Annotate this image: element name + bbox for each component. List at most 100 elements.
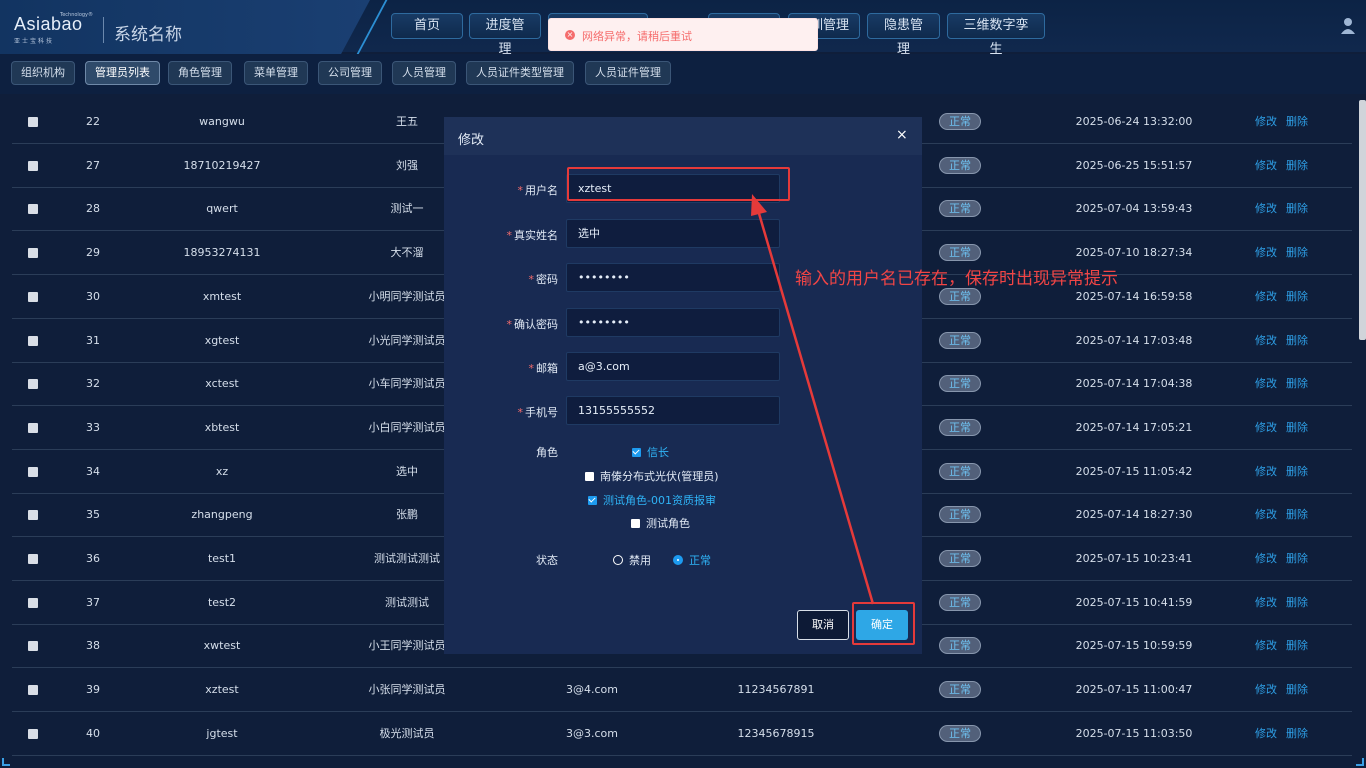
delete-link[interactable]: 删除	[1286, 406, 1308, 450]
edit-link[interactable]: 修改	[1255, 362, 1277, 406]
toast-message: 网络异常，请稍后重试	[582, 30, 692, 43]
email-label: * 邮箱	[528, 362, 559, 375]
cell-created: 2025-07-14 18:27:30	[1075, 508, 1193, 522]
cell-username: xctest	[205, 377, 239, 391]
delete-link[interactable]: 删除	[1286, 231, 1308, 275]
delete-link[interactable]: 删除	[1286, 319, 1308, 363]
role-checkbox-4[interactable]: 测试角色	[631, 515, 690, 531]
status-radio-normal[interactable]: 正常	[673, 552, 711, 568]
edit-link[interactable]: 修改	[1255, 406, 1277, 450]
cell-created: 2025-06-25 15:51:57	[1075, 158, 1193, 172]
status-badge: 正常	[939, 244, 981, 262]
nav-progress[interactable]: 进度管理	[469, 13, 541, 57]
password-label: * 密码	[528, 273, 559, 286]
edit-link[interactable]: 修改	[1255, 581, 1277, 625]
subtab-roles[interactable]: 角色管理	[168, 61, 232, 85]
corner-decoration	[1356, 758, 1364, 766]
edit-link[interactable]: 修改	[1255, 319, 1277, 363]
subtab-personnel[interactable]: 人员管理	[392, 61, 456, 85]
cell-username: xgtest	[204, 333, 240, 347]
cell-username: jgtest	[206, 726, 238, 740]
cancel-button[interactable]: 取消	[797, 610, 849, 640]
cell-username: xbtest	[204, 420, 240, 434]
username-label: * 用户名	[517, 184, 559, 197]
status-badge: 正常	[939, 724, 981, 742]
delete-link[interactable]: 删除	[1286, 187, 1308, 231]
edit-link[interactable]: 修改	[1255, 624, 1277, 668]
role-label: 角色	[536, 446, 558, 459]
delete-link[interactable]: 删除	[1286, 668, 1308, 712]
nav-hazard[interactable]: 隐患管理	[867, 13, 940, 57]
subtab-menus[interactable]: 菜单管理	[244, 61, 308, 85]
user-icon[interactable]	[1340, 16, 1356, 36]
cell-email: 3@4.com	[566, 683, 618, 697]
edit-link[interactable]: 修改	[1255, 275, 1277, 319]
role-checkbox-2[interactable]: 南傣分布式光伏(管理员)	[585, 468, 719, 484]
close-icon[interactable]: ×	[896, 127, 908, 143]
edit-link[interactable]: 修改	[1255, 231, 1277, 275]
nav-home[interactable]: 首页	[391, 13, 463, 39]
scrollbar[interactable]	[1359, 100, 1366, 340]
phone-label: * 手机号	[517, 406, 559, 419]
role-checkbox-1[interactable]: 信长	[632, 444, 669, 460]
status-badge: 正常	[939, 506, 981, 524]
table-row: 40 jgtest 极光测试员 3@3.com 12345678915 2025-07-1…	[12, 712, 1352, 756]
error-icon: ×	[565, 30, 575, 40]
cell-created: 2025-07-04 13:59:43	[1075, 202, 1193, 216]
role-checkbox-3[interactable]: 测试角色-001资质报审	[588, 492, 716, 508]
status-badge: 正常	[939, 550, 981, 567]
confirm-password-input[interactable]: ••••••••	[566, 308, 780, 337]
delete-link[interactable]: 删除	[1286, 450, 1308, 494]
edit-link[interactable]: 修改	[1255, 187, 1277, 231]
nav-digital-twin[interactable]: 三维数字孪生	[947, 13, 1045, 57]
edit-link[interactable]: 修改	[1255, 668, 1277, 712]
confirm-highlight-box	[852, 602, 915, 645]
phone-input[interactable]: 13155555552	[566, 396, 780, 425]
status-badge: 正常	[939, 287, 981, 305]
edit-link[interactable]: 修改	[1255, 450, 1277, 494]
delete-link[interactable]: 删除	[1286, 493, 1308, 537]
subtab-cert-types[interactable]: 人员证件类型管理	[466, 61, 574, 85]
checkbox-unchecked-icon	[631, 519, 640, 528]
edit-link[interactable]: 修改	[1255, 100, 1277, 144]
delete-link[interactable]: 删除	[1286, 100, 1308, 144]
subtab-certs[interactable]: 人员证件管理	[585, 61, 671, 85]
cell-email: 3@3.com	[566, 726, 618, 740]
delete-link[interactable]: 删除	[1286, 712, 1308, 756]
email-field[interactable]: a@3.com	[566, 352, 780, 381]
status-badge: 正常	[939, 331, 981, 349]
subtab-company[interactable]: 公司管理	[318, 61, 382, 85]
table-row: 39 xztest 小张同学测试员 3@4.com 11234567891 2025-07…	[12, 668, 1352, 713]
edit-link[interactable]: 修改	[1255, 144, 1277, 188]
cell-username: xwtest	[203, 639, 241, 653]
status-radio-disabled[interactable]: 禁用	[613, 552, 651, 568]
realname-input[interactable]: 选中	[566, 219, 780, 248]
dialog-header: 修改 ×	[444, 117, 922, 155]
error-toast: × 网络异常，请稍后重试	[548, 18, 818, 51]
subtab-admin-list[interactable]: 管理员列表	[85, 61, 160, 85]
cell-username: 18953274131	[183, 246, 261, 260]
delete-link[interactable]: 删除	[1286, 581, 1308, 625]
edit-link[interactable]: 修改	[1255, 712, 1277, 756]
status-badge: 正常	[939, 681, 981, 699]
delete-link[interactable]: 删除	[1286, 275, 1308, 319]
cell-username: test2	[207, 595, 237, 609]
delete-link[interactable]: 删除	[1286, 537, 1308, 581]
edit-link[interactable]: 修改	[1255, 493, 1277, 537]
delete-link[interactable]: 删除	[1286, 624, 1308, 668]
cell-username: test1	[207, 552, 237, 565]
subtab-org[interactable]: 组织机构	[11, 61, 75, 85]
delete-link[interactable]: 删除	[1286, 362, 1308, 406]
cell-realname: 极光测试员	[379, 726, 435, 740]
password-input[interactable]: ••••••••	[566, 263, 780, 292]
cell-username: xz	[215, 464, 229, 478]
edit-link[interactable]: 修改	[1255, 537, 1277, 581]
cell-phone: 11234567891	[737, 683, 815, 697]
cell-created: 2025-06-24 13:32:00	[1075, 115, 1193, 128]
cell-username: xmtest	[202, 289, 242, 303]
cell-username: qwert	[206, 202, 238, 216]
dialog-title: 修改	[458, 133, 485, 148]
delete-link[interactable]: 删除	[1286, 144, 1308, 188]
cell-username: wangwu	[199, 115, 245, 128]
cell-username: zhangpeng	[191, 508, 253, 522]
